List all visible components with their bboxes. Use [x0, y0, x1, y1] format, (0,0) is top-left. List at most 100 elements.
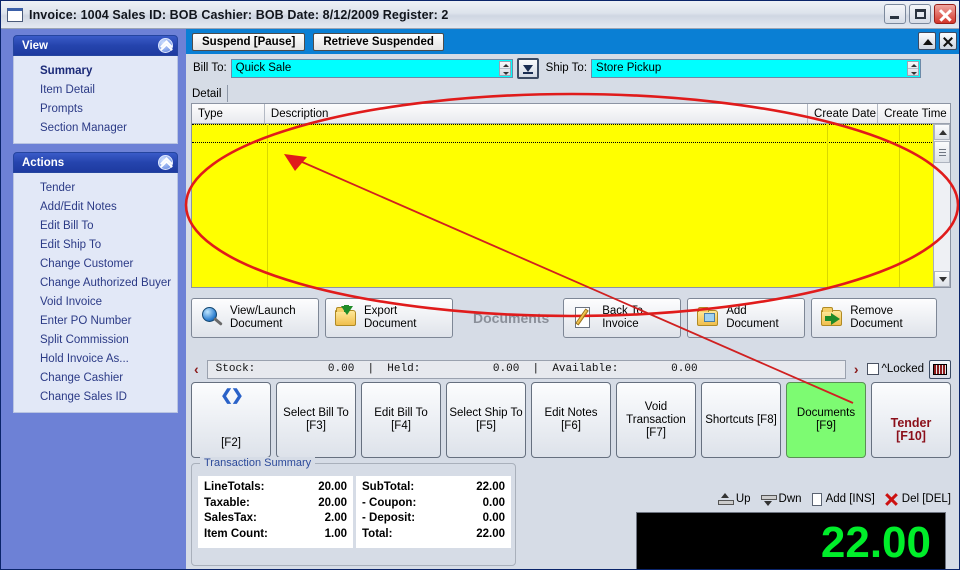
summary-label: Item Count:	[204, 527, 268, 540]
stock-info-field: Stock: 0.00 | Held: 0.00 | Available: 0.…	[206, 359, 846, 379]
chevron-up-icon[interactable]	[158, 155, 173, 170]
next-item-button[interactable]: ›	[851, 361, 862, 377]
fkey-label: Tender [F10]	[891, 417, 932, 443]
scrollbar-track[interactable]	[934, 163, 950, 271]
fkey-f2-button[interactable]: ❮❯ [F2]	[191, 382, 271, 458]
sidebar-item-label: Edit Ship To	[40, 238, 102, 251]
view-panel-header[interactable]: View	[13, 35, 178, 56]
summary-value: 22.00	[476, 527, 505, 540]
scroll-down-button[interactable]	[934, 271, 950, 287]
window-controls	[884, 4, 956, 24]
documents-panel-label: Documents	[473, 310, 550, 326]
sidebar-item-label: Item Detail	[40, 83, 95, 96]
view-launch-document-label: View/Launch Document	[230, 305, 296, 331]
suspend-button[interactable]: Suspend [Pause]	[192, 32, 306, 51]
ship-to-field[interactable]: Store Pickup	[591, 58, 922, 78]
sidebar-item-add-edit-notes[interactable]: Add/Edit Notes	[14, 197, 177, 216]
page-add-icon	[811, 492, 822, 506]
grid-column-create-date[interactable]: Create Date	[808, 104, 879, 123]
table-row[interactable]	[192, 124, 934, 143]
sidebar-item-change-customer[interactable]: Change Customer	[14, 254, 177, 273]
fkey-edit-bill-to-button[interactable]: Edit Bill To [F4]	[361, 382, 441, 458]
grid-vertical-scrollbar[interactable]	[933, 124, 950, 287]
item-nav-bar: Up Dwn Add [INS] Del [DEL]	[626, 489, 951, 509]
locked-checkbox[interactable]: ^Locked	[866, 363, 924, 375]
summary-label: LineTotals:	[204, 481, 265, 493]
checkbox-box[interactable]	[866, 363, 879, 375]
sidebar-item-edit-ship-to[interactable]: Edit Ship To	[14, 235, 177, 254]
sidebar-item-change-cashier[interactable]: Change Cashier	[14, 368, 177, 387]
back-to-invoice-button[interactable]: Back To Invoice	[563, 298, 682, 338]
sidebar-item-tender[interactable]: Tender	[14, 178, 177, 197]
delete-item-button[interactable]: Del [DEL]	[885, 493, 951, 506]
sidebar-item-change-authorized-buyer[interactable]: Change Authorized Buyer	[14, 273, 177, 292]
grid-column-type[interactable]: Type	[192, 104, 265, 123]
fkey-tender-button[interactable]: Tender [F10]	[871, 382, 951, 458]
view-launch-document-button[interactable]: View/Launch Document	[191, 298, 319, 338]
actions-panel-header[interactable]: Actions	[13, 152, 178, 173]
fkey-select-ship-to-button[interactable]: Select Ship To [F5]	[446, 382, 526, 458]
stock-status-bar: ‹ Stock: 0.00 | Held: 0.00 | Available: …	[191, 358, 951, 380]
close-pane-button[interactable]	[939, 32, 957, 50]
sidebar-item-edit-bill-to[interactable]: Edit Bill To	[14, 216, 177, 235]
fkey-label: Edit Notes [F6]	[544, 407, 598, 432]
sidebar-item-void-invoice[interactable]: Void Invoice	[14, 292, 177, 311]
tab-strip: Detail	[188, 85, 958, 102]
magnifier-icon	[200, 305, 224, 331]
fkey-documents-button[interactable]: Documents [F9]	[786, 382, 866, 458]
minimize-button[interactable]	[884, 4, 906, 24]
sidebar-item-section-manager[interactable]: Section Manager	[14, 118, 177, 137]
grid-body[interactable]	[192, 124, 934, 287]
sidebar-item-prompts[interactable]: Prompts	[14, 99, 177, 118]
move-down-icon	[760, 493, 777, 506]
grid-column-description[interactable]: Description	[265, 104, 809, 123]
move-down-button[interactable]: Dwn	[760, 493, 802, 506]
move-up-button[interactable]: Up	[717, 492, 751, 506]
main-pane: Suspend [Pause] Retrieve Suspended Bill …	[186, 29, 959, 569]
export-document-label: Export Document	[364, 305, 416, 331]
address-strip: Bill To: Quick Sale Ship To: Store Picku…	[186, 54, 959, 82]
sidebar-item-hold-invoice-as[interactable]: Hold Invoice As...	[14, 349, 177, 368]
add-item-button[interactable]: Add [INS]	[811, 492, 875, 506]
add-document-button[interactable]: Add Document	[687, 298, 806, 338]
grid-column-create-time[interactable]: Create Time	[878, 104, 950, 123]
summary-row-item-count: Item Count: 1.00	[204, 527, 347, 543]
tab-detail[interactable]: Detail	[188, 85, 229, 102]
actions-panel-body: Tender Add/Edit Notes Edit Bill To Edit …	[13, 173, 178, 413]
fkey-shortcuts-button[interactable]: Shortcuts [F8]	[701, 382, 781, 458]
fkey-void-transaction-button[interactable]: Void Transaction [F7]	[616, 382, 696, 458]
title-bar: Invoice: 1004 Sales ID: BOB Cashier: BOB…	[1, 1, 959, 29]
sidebar-item-enter-po-number[interactable]: Enter PO Number	[14, 311, 177, 330]
fkey-line2: [F10]	[896, 429, 926, 443]
sidebar-item-change-sales-id[interactable]: Change Sales ID	[14, 387, 177, 406]
summary-row-deposit: - Deposit: 0.00	[362, 511, 505, 527]
maximize-button[interactable]	[909, 4, 931, 24]
fkey-label: Edit Bill To [F4]	[374, 407, 428, 432]
sidebar-item-label: Summary	[40, 64, 93, 77]
close-button[interactable]	[934, 4, 956, 24]
export-document-button[interactable]: Export Document	[325, 298, 453, 338]
keypad-icon[interactable]	[929, 359, 951, 379]
sidebar-item-summary[interactable]: Summary	[14, 61, 177, 80]
fkey-select-bill-to-button[interactable]: Select Bill To [F3]	[276, 382, 356, 458]
fkey-label: Documents [F9]	[796, 407, 856, 432]
bill-to-spinner[interactable]	[498, 60, 511, 76]
fkey-line1: Void	[644, 400, 668, 413]
bill-to-field[interactable]: Quick Sale	[230, 58, 513, 78]
ship-to-spinner[interactable]	[907, 60, 920, 76]
address-dropdown-button[interactable]	[516, 57, 539, 79]
documents-grid: Type Description Create Date Create Time	[191, 103, 951, 288]
retrieve-suspended-button[interactable]: Retrieve Suspended	[313, 32, 444, 51]
sidebar-item-item-detail[interactable]: Item Detail	[14, 80, 177, 99]
scrollbar-thumb[interactable]	[934, 141, 950, 163]
summary-right-column: SubTotal: 22.00 - Coupon: 0.00 - Deposit…	[353, 476, 511, 548]
move-up-icon	[717, 492, 734, 506]
collapse-pane-button[interactable]	[918, 32, 936, 50]
fkey-edit-notes-button[interactable]: Edit Notes [F6]	[531, 382, 611, 458]
scroll-up-button[interactable]	[934, 124, 950, 140]
chevron-up-icon[interactable]	[158, 38, 173, 53]
prev-item-button[interactable]: ‹	[191, 361, 202, 377]
sidebar-item-split-commission[interactable]: Split Commission	[14, 330, 177, 349]
left-right-arrows-icon: ❮❯	[220, 387, 243, 404]
remove-document-button[interactable]: Remove Document	[811, 298, 938, 338]
